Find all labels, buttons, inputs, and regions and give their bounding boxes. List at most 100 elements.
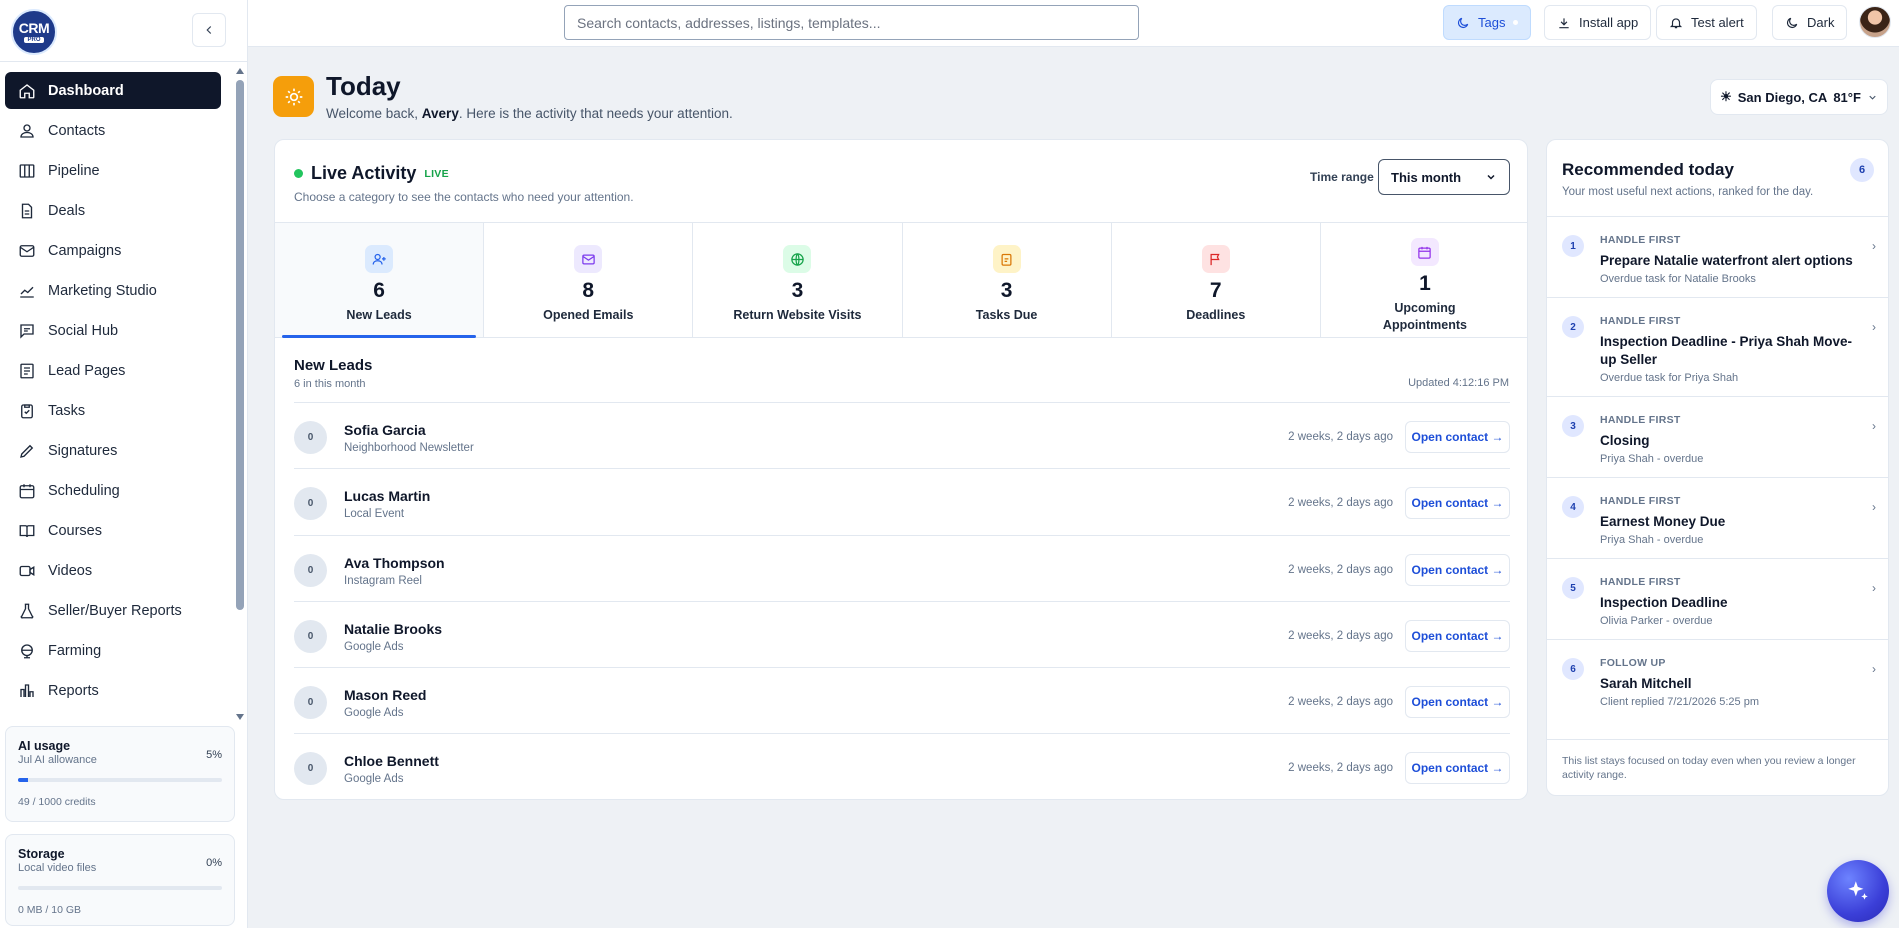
time-range-value: This month bbox=[1391, 169, 1462, 185]
recommendation-item[interactable]: 2 HANDLE FIRST Inspection Deadline - Pri… bbox=[1547, 297, 1888, 396]
recommendation-sub: Olivia Parker - overdue bbox=[1600, 615, 1713, 627]
scroll-up-arrow[interactable] bbox=[236, 68, 244, 74]
sidebar-item-dashboard[interactable]: Dashboard bbox=[5, 72, 221, 109]
category-label: Opened Emails bbox=[543, 308, 634, 322]
sidebar-item-scheduling[interactable]: Scheduling bbox=[5, 472, 221, 509]
list-item: 0 Natalie Brooks Google Ads 2 weeks, 2 d… bbox=[294, 600, 1510, 667]
lead-source: Google Ads bbox=[344, 640, 404, 653]
scroll-thumb[interactable] bbox=[236, 80, 244, 610]
brand-logo[interactable]: CRM PRO bbox=[11, 9, 57, 55]
recommendation-title: Inspection Deadline - Priya Shah Move-up… bbox=[1600, 334, 1853, 367]
sidebar-item-signatures[interactable]: Signatures bbox=[5, 432, 221, 469]
recommendation-title: Inspection Deadline bbox=[1600, 595, 1728, 610]
sidebar-item-label: Contacts bbox=[48, 122, 106, 139]
calendar-icon bbox=[1418, 246, 1432, 259]
moon-tag-icon bbox=[1458, 17, 1469, 28]
category-icon-tile bbox=[574, 245, 603, 273]
chevron-down-icon bbox=[1487, 174, 1495, 180]
sidebar-item-label: Social Hub bbox=[48, 322, 119, 339]
install-app-label: Install app bbox=[1579, 15, 1639, 30]
sidebar-item-farming[interactable]: Farming bbox=[5, 632, 221, 669]
recommendation-item[interactable]: 3 HANDLE FIRST Closing Priya Shah - over… bbox=[1547, 396, 1888, 477]
recommendation-sub: Priya Shah - overdue bbox=[1600, 453, 1704, 465]
storage-bar bbox=[18, 886, 222, 890]
tab-new-leads[interactable]: 6 New Leads bbox=[275, 223, 485, 338]
category-count: 3 bbox=[1000, 279, 1013, 302]
recommendation-item[interactable]: 6 FOLLOW UP Sarah Mitchell Client replie… bbox=[1547, 639, 1888, 720]
recommendation-title: Sarah Mitchell bbox=[1600, 676, 1692, 691]
file-icon bbox=[21, 203, 33, 218]
sidebar-item-seller-buyer-reports[interactable]: Seller/Buyer Reports bbox=[5, 592, 221, 629]
lead-source: Google Ads bbox=[344, 707, 404, 720]
open-contact-button[interactable]: Open contact → bbox=[1405, 487, 1510, 520]
sidebar-item-deals[interactable]: Deals bbox=[5, 192, 221, 229]
lead-source: Neighborhood Newsletter bbox=[344, 442, 474, 454]
recommended-list: 1 HANDLE FIRST Prepare Natalie waterfron… bbox=[1547, 216, 1888, 720]
welcome-text: Welcome back, Avery. Here is the activit… bbox=[326, 106, 733, 121]
tab-upcoming-appointments[interactable]: 1 Upcoming Appointments bbox=[1321, 223, 1527, 337]
lead-name: Natalie Brooks bbox=[344, 620, 443, 637]
tab-deadlines[interactable]: 7 Deadlines bbox=[1112, 223, 1321, 337]
category-label: Return Website Visits bbox=[733, 308, 862, 322]
updated-timestamp: Updated 4:12:16 PM bbox=[1408, 377, 1509, 389]
open-contact-button[interactable]: Open contact → bbox=[1405, 553, 1510, 586]
sidebar-item-courses[interactable]: Courses bbox=[5, 512, 221, 549]
tab-return-website-visits[interactable]: 3 Return Website Visits bbox=[693, 223, 903, 337]
open-contact-button[interactable]: Open contact → bbox=[1405, 619, 1510, 652]
ai-usage-percent: 5% bbox=[206, 749, 222, 761]
tags-button[interactable]: Tags bbox=[1443, 5, 1532, 40]
sidebar-item-contacts[interactable]: Contacts bbox=[5, 112, 221, 149]
recommendation-item[interactable]: 5 HANDLE FIRST Inspection Deadline Olivi… bbox=[1547, 558, 1888, 639]
sidebar-item-videos[interactable]: Videos bbox=[5, 552, 221, 589]
lead-score: 0 bbox=[294, 686, 327, 720]
dark-mode-button[interactable]: Dark bbox=[1772, 5, 1848, 40]
chart-icon bbox=[20, 286, 34, 298]
sidebar-item-label: Pipeline bbox=[48, 162, 100, 179]
download-icon bbox=[1559, 17, 1569, 28]
open-contact-button[interactable]: Open contact → bbox=[1405, 752, 1510, 785]
sidebar-item-tasks[interactable]: Tasks bbox=[5, 392, 221, 429]
lead-name: Sofia Garcia bbox=[344, 422, 426, 438]
recommendation-rank: 1 bbox=[1562, 235, 1584, 257]
open-contact-button[interactable]: Open contact → bbox=[1405, 421, 1510, 453]
recommendation-title: Earnest Money Due bbox=[1600, 514, 1726, 529]
recommendation-item[interactable]: 1 HANDLE FIRST Prepare Natalie waterfron… bbox=[1547, 216, 1888, 297]
list-item: 0 Mason Reed Google Ads 2 weeks, 2 days … bbox=[294, 667, 1510, 733]
sidebar-nav: Dashboard Contacts Pipeline Deals Campai… bbox=[0, 72, 236, 712]
collapse-sidebar-button[interactable] bbox=[192, 13, 226, 47]
open-contact-button[interactable]: Open contact → bbox=[1405, 686, 1510, 719]
leads-list-sub: 6 in this month bbox=[294, 378, 366, 390]
sidebar: CRM PRO Dashboard Contacts Pipeline Deal… bbox=[0, 0, 248, 928]
search-input[interactable] bbox=[564, 5, 1139, 40]
sparkles-icon bbox=[1848, 881, 1868, 900]
sidebar-scrollbar[interactable] bbox=[235, 66, 244, 722]
sidebar-item-label: Videos bbox=[48, 562, 93, 579]
test-alert-button[interactable]: Test alert bbox=[1656, 5, 1757, 40]
sidebar-item-pipeline[interactable]: Pipeline bbox=[5, 152, 221, 189]
category-count: 3 bbox=[791, 279, 804, 302]
sidebar-item-reports[interactable]: Reports bbox=[5, 672, 221, 709]
recommendation-title: Closing bbox=[1600, 433, 1650, 448]
tab-opened-emails[interactable]: 8 Opened Emails bbox=[484, 223, 694, 337]
live-indicator-dot bbox=[294, 169, 303, 178]
recommendation-item[interactable]: 4 HANDLE FIRST Earnest Money Due Priya S… bbox=[1547, 477, 1888, 558]
sidebar-item-social-hub[interactable]: Social Hub bbox=[5, 312, 221, 349]
user-avatar[interactable] bbox=[1859, 6, 1891, 38]
time-range-select[interactable]: This month bbox=[1378, 159, 1510, 195]
chevron-right-icon: › bbox=[1872, 662, 1876, 676]
welcome-suffix: . Here is the activity that needs your a… bbox=[458, 106, 733, 121]
ai-usage-credits: 49 / 1000 credits bbox=[18, 796, 96, 808]
sidebar-item-lead-pages[interactable]: Lead Pages bbox=[5, 352, 221, 389]
ai-usage-bar bbox=[18, 778, 222, 782]
sidebar-item-campaigns[interactable]: Campaigns bbox=[5, 232, 221, 269]
ai-assistant-button[interactable] bbox=[1827, 860, 1889, 922]
install-app-button[interactable]: Install app bbox=[1544, 5, 1652, 40]
chevron-down-icon bbox=[1869, 95, 1876, 100]
sidebar-item-marketing-studio[interactable]: Marketing Studio bbox=[5, 272, 221, 309]
test-alert-label: Test alert bbox=[1691, 15, 1744, 30]
clipboard-icon bbox=[21, 403, 33, 418]
weather-button[interactable]: ☀ San Diego, CA 81°F bbox=[1710, 79, 1888, 115]
tab-tasks-due[interactable]: 3 Tasks Due bbox=[903, 223, 1112, 337]
scroll-down-arrow[interactable] bbox=[236, 714, 244, 720]
calendar-icon bbox=[19, 483, 35, 498]
